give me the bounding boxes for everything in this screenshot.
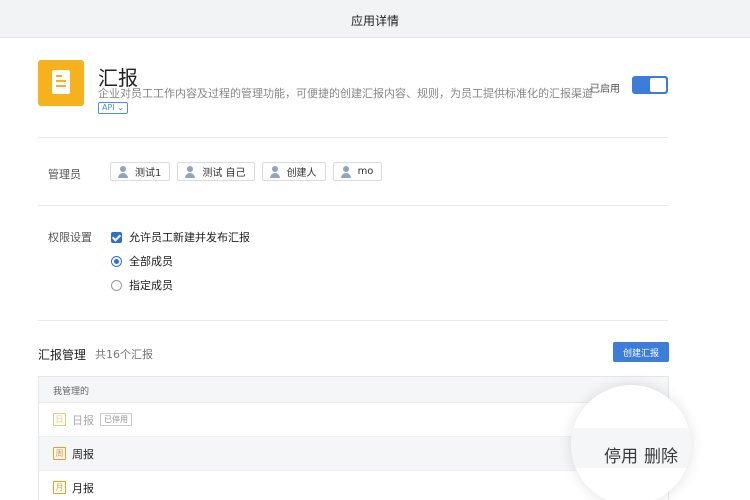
report-name: 月报 xyxy=(72,481,94,495)
api-tag-dropdown[interactable]: API ⌄ xyxy=(98,102,128,114)
day-report-icon: 日 xyxy=(53,413,66,426)
admin-list: 测试1 测试 自己 创建人 mo xyxy=(110,162,383,181)
checkbox-checked[interactable] xyxy=(111,231,122,243)
scope-specific-radio-row[interactable]: 指定成员 xyxy=(111,277,173,293)
week-report-icon: 周 xyxy=(53,447,66,460)
top-bar: 应用详情 xyxy=(0,0,750,38)
scope-all-radio-row[interactable]: 全部成员 xyxy=(111,253,173,269)
disable-action-button[interactable]: 停用 xyxy=(604,442,638,467)
window-title: 应用详情 xyxy=(350,14,399,28)
enable-toggle[interactable] xyxy=(632,76,668,94)
status-label: 已启用 xyxy=(590,84,620,95)
delete-action-button[interactable]: 删除 xyxy=(644,442,678,467)
scope-all-label: 全部成员 xyxy=(129,255,173,268)
allow-create-checkbox-row[interactable]: 允许员工新建并发布汇报 xyxy=(111,229,250,245)
reports-section-title: 汇报管理 xyxy=(38,348,87,362)
divider xyxy=(38,205,668,206)
divider xyxy=(38,320,668,321)
report-document-icon xyxy=(38,60,84,106)
admin-chip[interactable]: 测试 自己 xyxy=(177,162,255,181)
month-report-icon: 月 xyxy=(53,481,66,494)
scope-specific-label: 指定成员 xyxy=(129,279,173,292)
table-row[interactable]: 月 月报 xyxy=(39,471,668,500)
divider xyxy=(38,137,668,138)
radio-unselected[interactable] xyxy=(111,279,122,291)
user-icon xyxy=(269,165,281,178)
table-header: 我管理的 xyxy=(39,377,668,403)
app-header: 汇报 企业对员工工作内容及过程的管理功能，可便捷的创建汇报内容、规则，为员工提供… xyxy=(38,60,670,114)
disabled-badge: 已停用 xyxy=(100,413,132,426)
radio-selected[interactable] xyxy=(111,255,122,267)
report-name: 周报 xyxy=(72,447,94,461)
admin-chip[interactable]: 创建人 xyxy=(261,162,326,181)
user-icon xyxy=(117,165,129,178)
reports-count: 共16个汇报 xyxy=(95,348,153,361)
report-name: 日报 xyxy=(72,413,94,427)
admins-label: 管理员 xyxy=(48,168,81,181)
create-report-button[interactable]: 创建汇报 xyxy=(613,342,669,362)
zoom-magnifier: 停用 删除 xyxy=(571,385,691,500)
admin-chip[interactable]: mo xyxy=(332,162,383,181)
permissions-label: 权限设置 xyxy=(48,231,92,244)
app-description: 企业对员工工作内容及过程的管理功能，可便捷的创建汇报内容、规则，为员工提供标准化… xyxy=(98,87,593,100)
user-icon xyxy=(340,165,352,178)
admin-chip[interactable]: 测试1 xyxy=(110,162,171,181)
allow-create-label: 允许员工新建并发布汇报 xyxy=(129,231,250,244)
user-icon xyxy=(184,165,196,178)
